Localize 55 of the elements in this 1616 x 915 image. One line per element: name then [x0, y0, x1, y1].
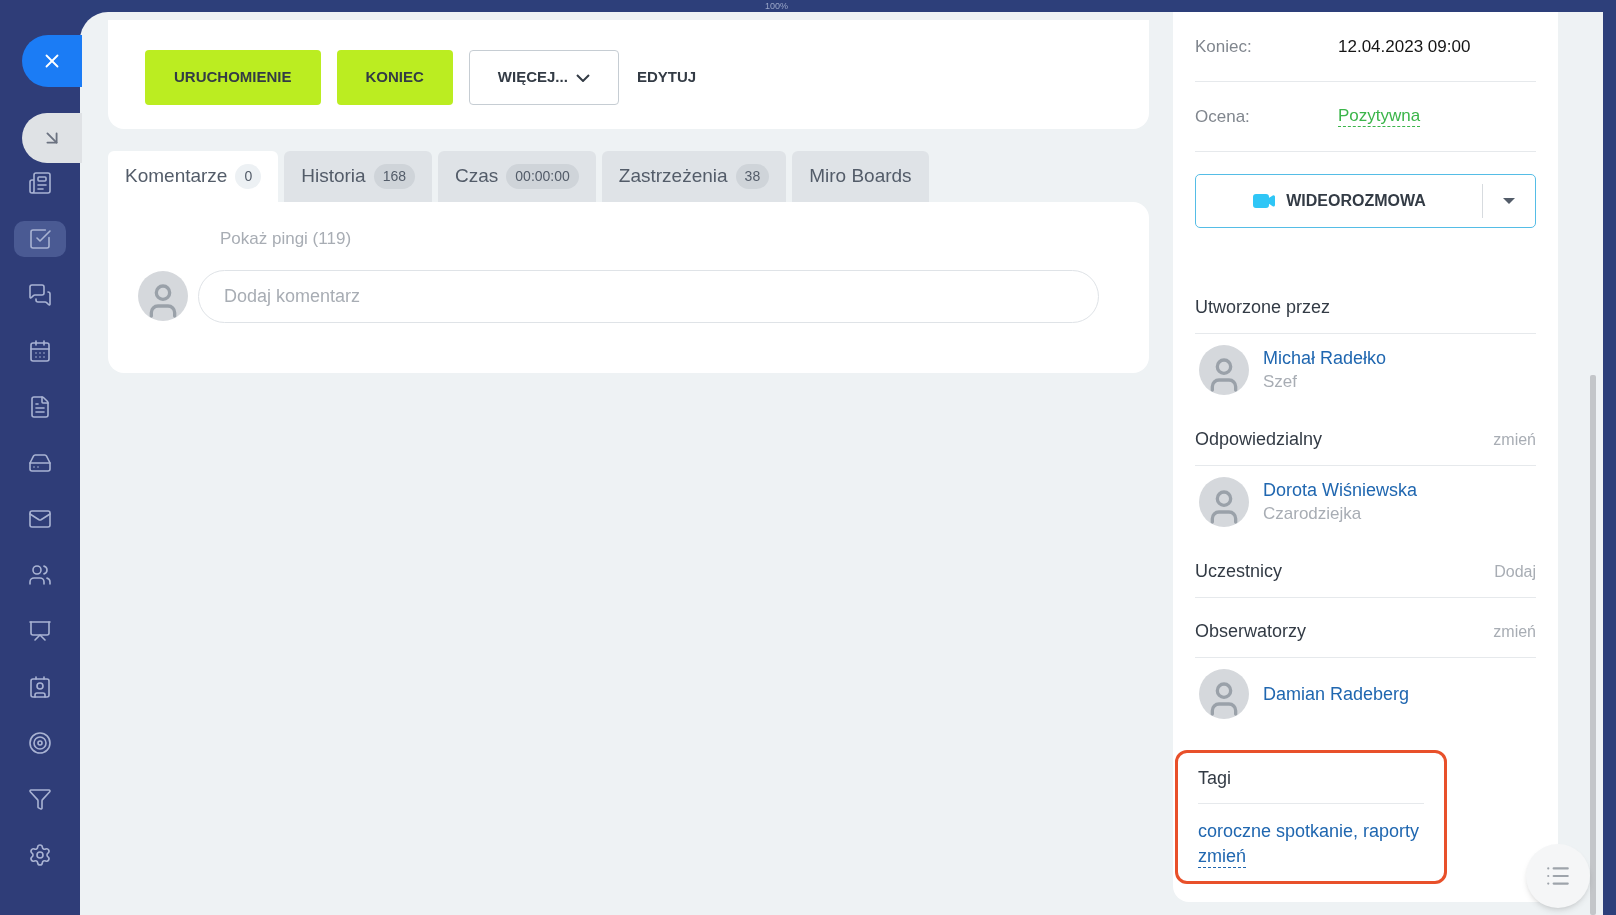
comment-input[interactable]: Dodaj komentarz	[198, 269, 1099, 323]
more-dropdown[interactable]: WIĘCEJ...	[468, 50, 619, 105]
close-button[interactable]	[22, 35, 82, 87]
zoom-indicator: 100%	[765, 0, 789, 13]
section-title: Tagi	[1198, 766, 1232, 790]
tab-count: 0	[235, 164, 262, 189]
collapse-tab[interactable]	[22, 113, 82, 163]
tab[interactable]: Zastrzeżenia 38	[601, 151, 787, 202]
video-call-label: WIDEOROZMOWA	[1286, 191, 1426, 211]
section-title: Uczestnicy	[1195, 560, 1283, 583]
settings-icon	[28, 843, 52, 867]
people-icon	[28, 563, 52, 587]
scrollbar[interactable]	[1590, 375, 1596, 915]
funnel-icon	[28, 787, 52, 811]
person-name-link[interactable]: Damian Radeberg	[1263, 682, 1410, 706]
avatar	[1199, 345, 1249, 395]
tab[interactable]: Komentarze 0	[108, 151, 279, 202]
tab[interactable]: Historia 168	[284, 151, 432, 202]
tab[interactable]: Miro Boards	[792, 151, 929, 202]
dropdown-caret-icon[interactable]	[1503, 198, 1515, 204]
checkbox-icon	[28, 227, 52, 251]
person-name-link[interactable]: Michał Radełko	[1263, 346, 1387, 370]
person-role: Czarodziejka	[1263, 503, 1363, 525]
target-icon	[28, 731, 52, 755]
tab-count: 168	[373, 164, 415, 189]
mail-icon	[28, 507, 52, 531]
detail-label: Koniec:	[1195, 35, 1253, 58]
avatar	[138, 271, 188, 321]
document-icon	[28, 395, 52, 419]
detail-label: Ocena:	[1195, 105, 1251, 128]
tab-count: 38	[735, 164, 770, 189]
presentation-icon	[28, 619, 52, 643]
tab[interactable]: Czas 00:00:00	[438, 151, 596, 202]
detail-value: 12.04.2023 09:00	[1338, 35, 1471, 58]
chevron-down-icon	[575, 73, 590, 82]
newspaper-icon	[28, 171, 52, 195]
contact-card-icon	[28, 675, 52, 699]
sidebar-item[interactable]	[14, 221, 66, 257]
avatar	[1199, 477, 1249, 527]
edit-button[interactable]: EDYTUJ	[634, 66, 699, 89]
calendar-icon	[28, 339, 52, 363]
video-call-button[interactable]: WIDEOROZMOWA	[1195, 174, 1536, 228]
chat-icon	[28, 283, 52, 307]
person-role: Szef	[1263, 371, 1299, 393]
tab-count: 00:00:00	[506, 164, 579, 189]
person-name-link[interactable]: Dorota Wiśniewska	[1263, 478, 1418, 502]
tags-value: coroczne spotkanie, raporty	[1198, 820, 1421, 843]
section-title: Odpowiedzialny	[1195, 428, 1323, 451]
avatar	[1199, 669, 1249, 719]
section-title: Obserwatorzy	[1195, 620, 1307, 643]
tags-change-link[interactable]: zmień	[1198, 845, 1246, 868]
drive-icon	[28, 451, 52, 475]
section-title: Utworzone przez	[1195, 296, 1331, 319]
action-button[interactable]: URUCHOMIENIE	[145, 50, 321, 105]
action-button[interactable]: KONIEC	[336, 50, 453, 105]
